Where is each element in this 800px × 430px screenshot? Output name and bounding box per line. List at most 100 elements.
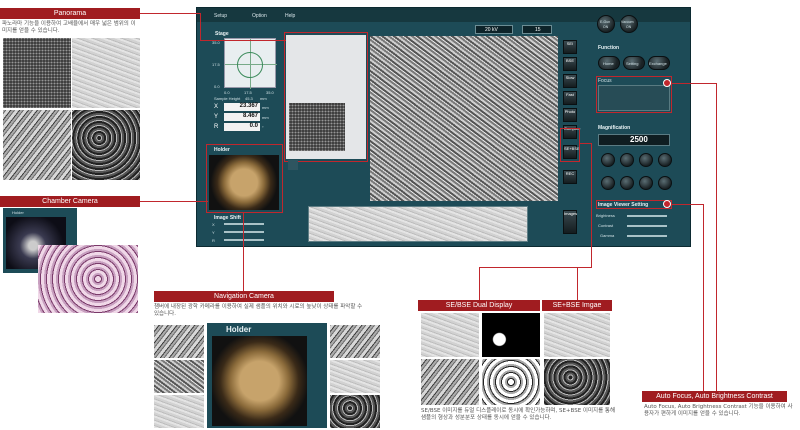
- contrast-label: Contrast: [598, 223, 614, 228]
- brightness-label: Brightness: [596, 213, 615, 218]
- tool-slow-button[interactable]: Slow: [563, 74, 577, 88]
- brightness-slider[interactable]: [627, 215, 667, 217]
- stage-r-field[interactable]: 0.0: [224, 123, 260, 131]
- panorama-connector-h2: [200, 40, 286, 41]
- image-viewer-highlight: [596, 200, 672, 209]
- tool-fast-button[interactable]: Fast: [563, 91, 577, 105]
- autofocus-callout-title: Auto Focus, Auto Brightness Contrast: [642, 391, 787, 402]
- mag-preset-3[interactable]: [639, 153, 653, 167]
- menu-setup[interactable]: Setup: [214, 13, 227, 19]
- tool-a-icon[interactable]: [288, 160, 298, 170]
- tool-sei-button[interactable]: SEI: [563, 40, 577, 54]
- stage-y-label: Y: [214, 114, 219, 120]
- tool-bse-button[interactable]: BSE: [563, 57, 577, 71]
- shift-r-label: R: [212, 238, 215, 243]
- se-bse-connector-v2: [479, 267, 480, 300]
- dual-se-top: [421, 313, 479, 357]
- mag-preset-5[interactable]: [601, 176, 615, 190]
- stage-y-field[interactable]: 8.467: [224, 113, 260, 121]
- egun-button[interactable]: [597, 15, 615, 33]
- dual-bse-bottom: [482, 359, 540, 405]
- mag-preset-8[interactable]: [658, 176, 672, 190]
- shift-r-slider[interactable]: [224, 239, 264, 241]
- thumbnail-strip[interactable]: [308, 206, 528, 242]
- vacuum-label: Vacuum: [621, 20, 634, 24]
- gamma-label: Gamma: [600, 233, 615, 238]
- dual-se-bottom: [421, 359, 479, 405]
- mag-preset-2[interactable]: [620, 153, 634, 167]
- se-bse-bottom: [544, 359, 610, 405]
- nav-sample-1: [154, 325, 204, 358]
- stage-xtick-0: 0.0: [224, 90, 230, 95]
- egun-label: E-Gun: [600, 20, 611, 24]
- stage-xtick-1: 17.5: [244, 90, 252, 95]
- stage-ytick-2: 0.0: [214, 84, 220, 89]
- se-bse-connector-h2: [479, 267, 592, 268]
- dual-display-callout-title: SE/BSE Dual Display: [418, 300, 540, 311]
- se-bse-callout-desc: SE/BSE 이미지를 듀얼 디스플레이로 동시에 확인가능하며, SE+BSE…: [421, 408, 616, 421]
- panorama-sample-3: [3, 110, 71, 180]
- nav-sample-3: [154, 395, 204, 428]
- holder-highlight: [206, 144, 283, 213]
- stage-x-label: X: [214, 104, 219, 110]
- menu-option[interactable]: Option: [252, 13, 267, 19]
- navigation-callout-desc: 챔버에 내장된 광학 카메라를 이용하여 실제 샘플의 위치와 시료의 높낮이 …: [154, 304, 363, 317]
- autofocus-connector-v2: [703, 204, 704, 391]
- tool-images-button[interactable]: Images: [563, 210, 577, 234]
- stage-x-unit: mm: [262, 105, 269, 110]
- image-shift-title: Image Shift: [214, 215, 241, 221]
- stage-sample-circle: [237, 52, 263, 78]
- navigation-callout-title: Navigation Camera: [154, 291, 334, 302]
- stage-x-field[interactable]: 23.367: [224, 103, 260, 111]
- magnification-value: 2500: [630, 135, 648, 144]
- nav-holder-view: [212, 336, 307, 426]
- stage-map[interactable]: [224, 38, 277, 89]
- panorama-callout-desc: 파노라마 기능을 이용하여 고배율에서 매우 넓은 범위의 이미지를 얻을 수 …: [2, 21, 136, 34]
- nav-sample-5: [330, 360, 380, 393]
- panorama-sample-1: [3, 38, 71, 108]
- chamber-camera-view-2: [38, 245, 138, 313]
- contrast-slider[interactable]: [627, 225, 667, 227]
- stage-ytick-1: 17.5: [212, 62, 220, 67]
- stage-title: Stage: [215, 31, 229, 37]
- stage-r-label: R: [214, 124, 219, 130]
- stage-xtick-2: 35.0: [266, 90, 274, 95]
- shift-x-label: X: [212, 222, 215, 227]
- mag-preset-4[interactable]: [658, 153, 672, 167]
- se-bse-callout-title: SE+BSE Imgae: [542, 300, 612, 311]
- sample-height-unit: mm: [260, 96, 267, 101]
- navigation-connector: [243, 213, 244, 291]
- chamber-callout-title: Chamber Camera: [0, 196, 140, 207]
- gamma-slider[interactable]: [627, 235, 667, 237]
- vacuum-button[interactable]: [620, 15, 638, 33]
- nav-holder-title: Holder: [226, 325, 252, 334]
- focus-highlight: [596, 76, 672, 113]
- mag-preset-6[interactable]: [620, 176, 634, 190]
- panorama-sample-4: [72, 110, 140, 180]
- se-bse-connector-v: [591, 143, 592, 267]
- vacuum-state: ON: [626, 25, 632, 29]
- panorama-callout-title: Panorama: [0, 8, 140, 19]
- dual-bse-top: [482, 313, 540, 357]
- kv-value: 20 kV: [485, 27, 498, 33]
- autofocus-callout-desc: Auto Focus, Auto Brightness Contrast 기능을…: [644, 404, 793, 417]
- shift-y-label: Y: [212, 230, 215, 235]
- autofocus-connector-2: [672, 204, 704, 205]
- shift-y-slider[interactable]: [224, 231, 264, 233]
- function-exchange-label: Exchange: [649, 61, 667, 66]
- sample-height-label: Sample Height: [214, 96, 241, 101]
- menu-help[interactable]: Help: [285, 13, 295, 19]
- tool-photo-button[interactable]: Photo: [563, 108, 577, 122]
- se-bse-connector-v3: [577, 267, 578, 300]
- shift-x-slider[interactable]: [224, 223, 264, 225]
- chamber-connector: [140, 201, 208, 202]
- se-bse-top: [544, 313, 610, 357]
- function-setting-label: Setting: [626, 61, 639, 66]
- viewer-marker-dot: [663, 200, 671, 208]
- mag-preset-1[interactable]: [601, 153, 615, 167]
- function-home-label: Home: [603, 61, 614, 66]
- egun-state: ON: [603, 25, 609, 29]
- autofocus-connector-1: [672, 83, 717, 84]
- mag-preset-7[interactable]: [639, 176, 653, 190]
- tool-rec-button[interactable]: REC: [563, 170, 577, 184]
